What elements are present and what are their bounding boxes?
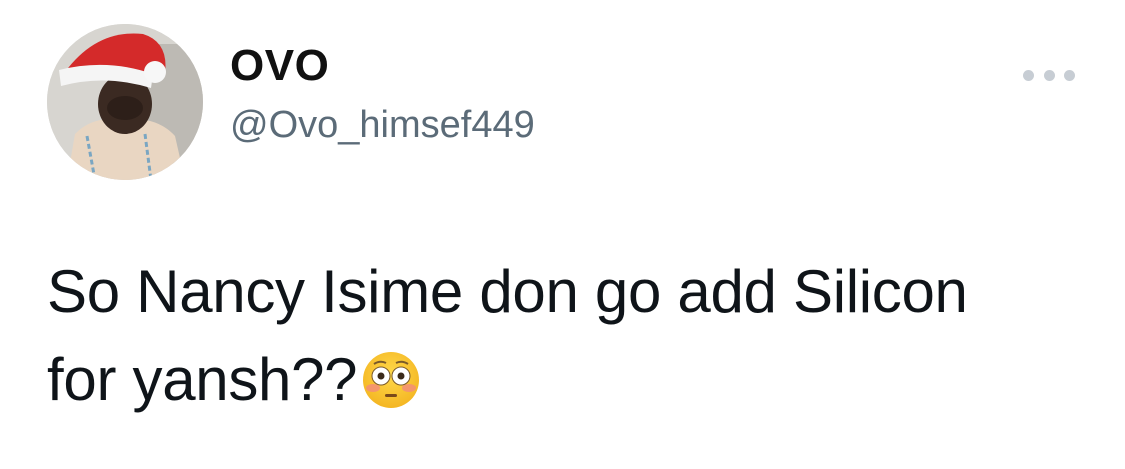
flushed-face-emoji-icon (361, 346, 421, 408)
author-avatar[interactable] (47, 24, 203, 180)
author-display-name[interactable]: OVO (230, 44, 329, 88)
tweet-card: OVO @Ovo_himsef449 So Nancy Isime don go… (0, 0, 1125, 469)
more-dots-icon (1023, 69, 1034, 81)
more-dots-icon (1043, 69, 1055, 81)
tweet-text-line-1: So Nancy Isime don go add Silicon (47, 258, 968, 325)
tweet-text-line-2: for yansh?? (47, 336, 1087, 424)
avatar-photo-icon (47, 24, 203, 180)
more-options-button[interactable] (1023, 60, 1075, 90)
author-handle[interactable]: @Ovo_himsef449 (230, 106, 535, 144)
tweet-text: So Nancy Isime don go add Silicon for ya… (47, 248, 1087, 424)
tweet-text-line-2-text: for yansh?? (47, 346, 358, 413)
more-dots-icon (1064, 69, 1075, 81)
